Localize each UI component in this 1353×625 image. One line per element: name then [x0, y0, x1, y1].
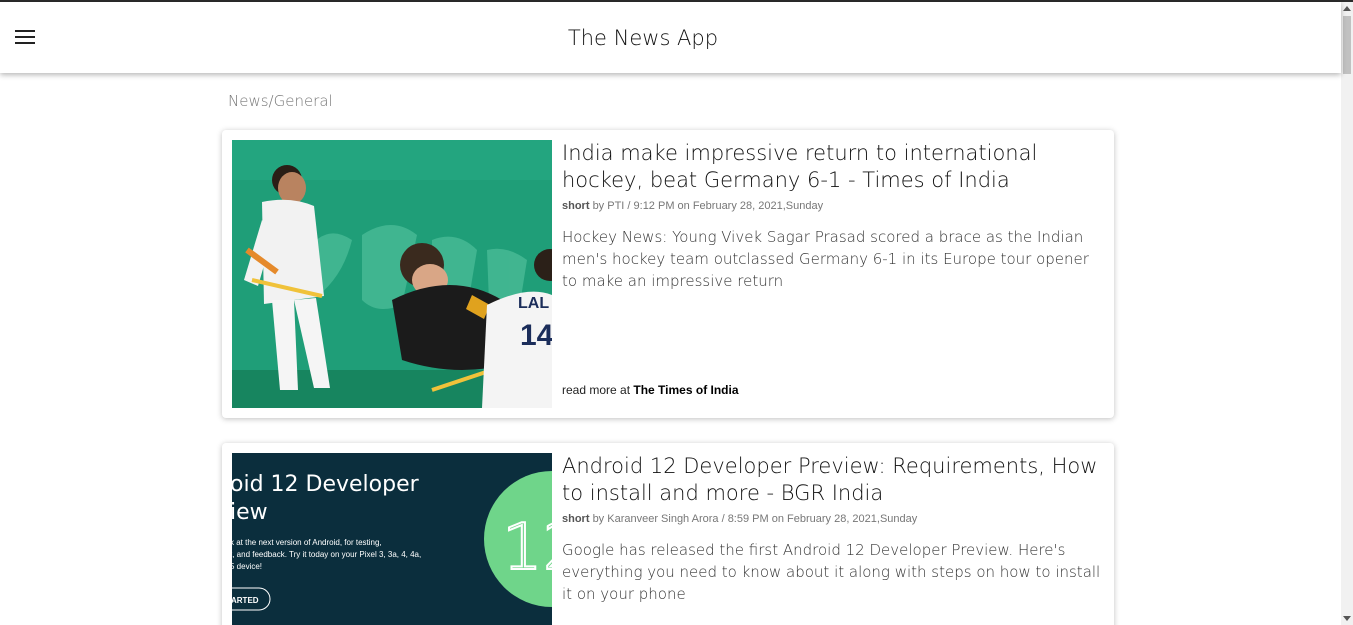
- app-header: The News App: [0, 2, 1341, 73]
- read-more-prefix: read more at: [562, 383, 631, 397]
- breadcrumb: News/General: [228, 92, 333, 110]
- article-tag: short: [562, 200, 590, 212]
- svg-text:5 device!: 5 device!: [232, 562, 262, 571]
- read-more: read more at The Times of India: [562, 383, 739, 397]
- article-title[interactable]: Android 12 Developer Preview: Requiremen…: [562, 453, 1102, 507]
- svg-text:t, and feedback. Try it today: t, and feedback. Try it today on your Pi…: [232, 550, 421, 559]
- app-title: The News App: [567, 26, 719, 50]
- page-scrollbar[interactable]: [1341, 2, 1353, 625]
- scroll-thumb[interactable]: [1343, 16, 1351, 74]
- article-tag: short: [562, 513, 590, 525]
- scroll-up-arrow-icon[interactable]: [1343, 6, 1351, 11]
- article-body: India make impressive return to internat…: [562, 140, 1102, 292]
- article-description: Google has released the first Android 12…: [562, 541, 1101, 603]
- svg-text:k at the next version of Andro: k at the next version of Android, for te…: [232, 538, 382, 547]
- news-card[interactable]: oid 12 Developer iew k at the next versi…: [222, 443, 1114, 625]
- article-image[interactable]: oid 12 Developer iew k at the next versi…: [232, 453, 552, 625]
- article-byline: by Karanveer Singh Arora / 8:59 PM on Fe…: [592, 513, 918, 525]
- svg-text:12: 12: [502, 511, 552, 585]
- article-byline: by PTI / 9:12 PM on February 28, 2021,Su…: [592, 200, 824, 212]
- article-meta: short by PTI / 9:12 PM on February 28, 2…: [562, 200, 1102, 212]
- svg-text:oid 12 Developer: oid 12 Developer: [232, 472, 420, 497]
- svg-text:14: 14: [520, 319, 552, 352]
- article-meta: short by Karanveer Singh Arora / 8:59 PM…: [562, 513, 1102, 525]
- svg-text:LAL: LAL: [518, 295, 549, 312]
- article-title[interactable]: India make impressive return to internat…: [562, 140, 1102, 194]
- svg-text:ARTED: ARTED: [232, 596, 259, 605]
- scroll-down-arrow-icon[interactable]: [1343, 616, 1351, 621]
- article-image[interactable]: 14 LAL: [232, 140, 552, 408]
- news-card[interactable]: 14 LAL India make impressive return to i…: [222, 130, 1114, 418]
- article-description: Hockey News: Young Vivek Sagar Prasad sc…: [562, 228, 1089, 290]
- article-body: Android 12 Developer Preview: Requiremen…: [562, 453, 1102, 605]
- svg-text:iew: iew: [232, 500, 268, 525]
- read-more-source-link[interactable]: The Times of India: [633, 383, 738, 397]
